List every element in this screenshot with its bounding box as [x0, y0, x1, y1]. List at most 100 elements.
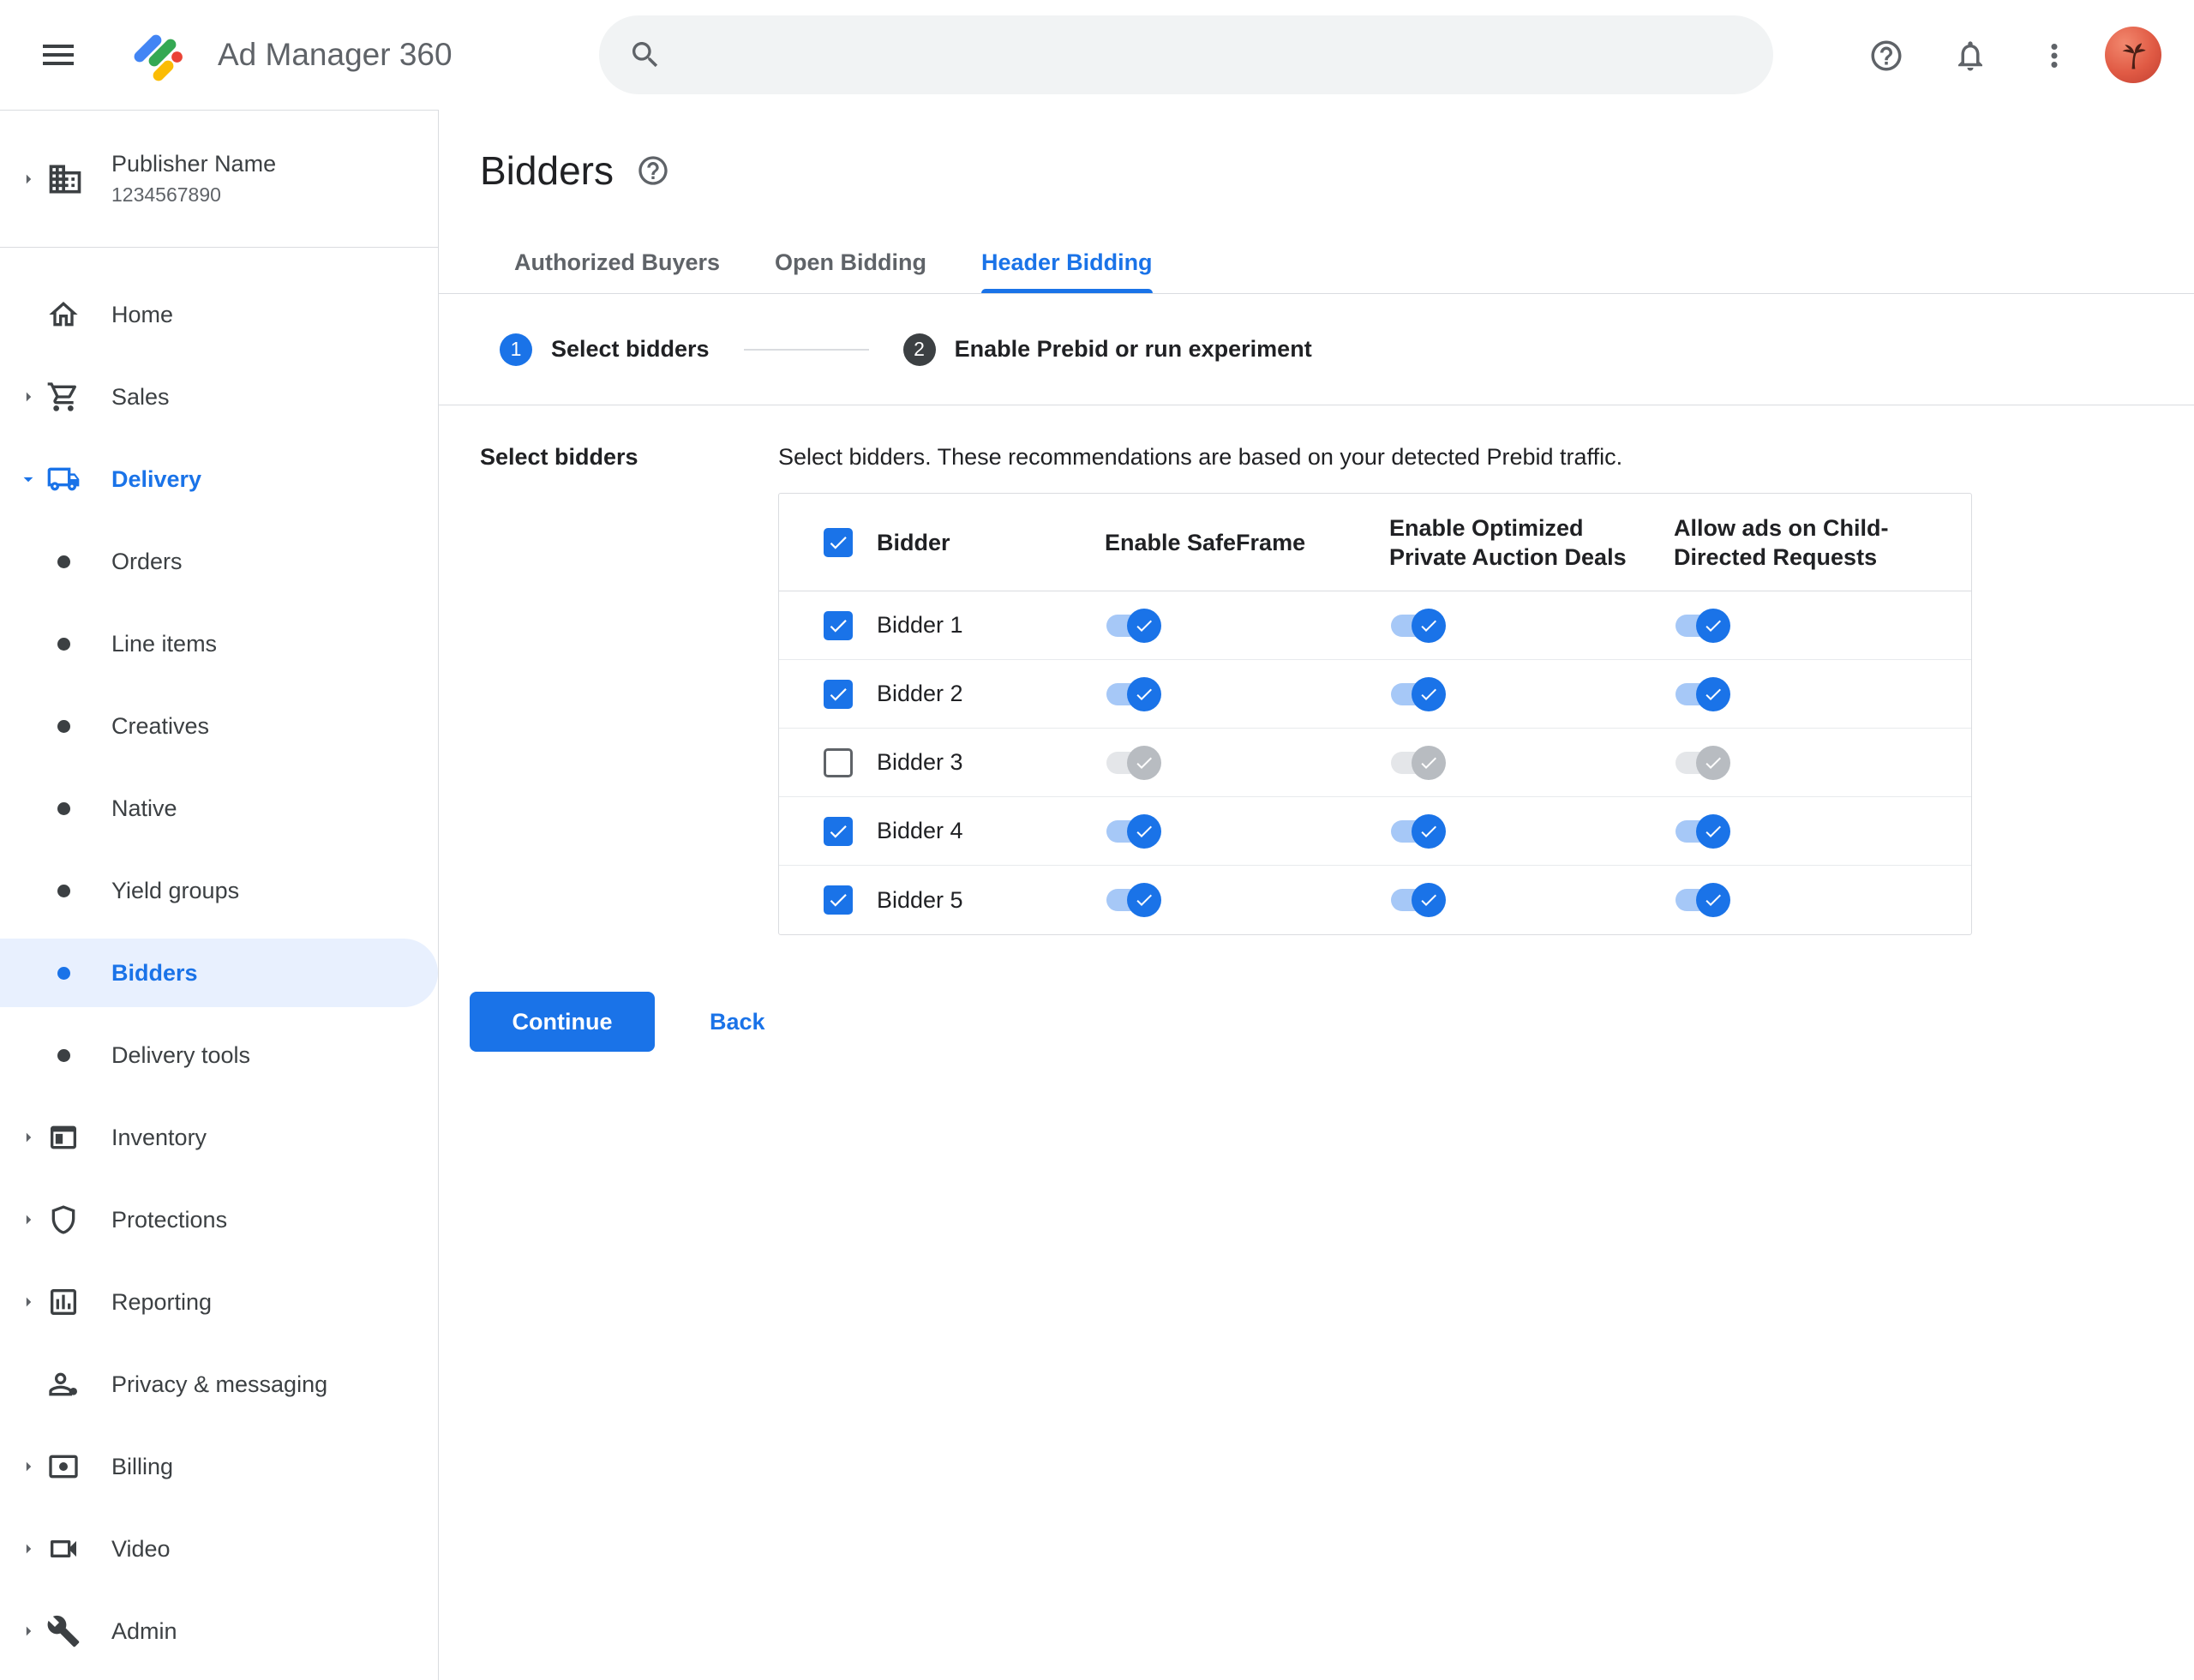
- bidder-name: Bidder 3: [877, 749, 963, 775]
- toggle-child-directed[interactable]: [1675, 608, 1730, 643]
- section-label: Select bidders: [480, 444, 638, 470]
- publisher-name: Publisher Name: [111, 151, 277, 177]
- toggle-safeframe[interactable]: [1106, 883, 1161, 917]
- bullet-icon-wrap: [46, 873, 81, 908]
- step-1-select-bidders[interactable]: 1 Select bidders: [500, 333, 710, 366]
- toggle-thumb: [1696, 676, 1730, 711]
- tab-open-bidding[interactable]: Open Bidding: [747, 231, 954, 293]
- toggle-child-directed[interactable]: [1675, 883, 1730, 917]
- search-bar[interactable]: [599, 15, 1773, 94]
- shield-icon: [46, 1203, 81, 1237]
- sidebar-item-yield-groups[interactable]: Yield groups: [0, 849, 438, 932]
- step-2-enable-prebid-or-run-experiment[interactable]: 2 Enable Prebid or run experiment: [902, 333, 1312, 366]
- video-icon: [46, 1532, 81, 1566]
- bidders-table: Bidder Enable SafeFrame Enable Optimized P…: [778, 493, 1972, 935]
- bullet-icon: [57, 555, 70, 568]
- billing-icon: [46, 1449, 81, 1484]
- safeframe-cell: [1079, 745, 1364, 780]
- check-icon: [1703, 753, 1723, 773]
- page-help-icon[interactable]: [636, 153, 670, 188]
- toggle-child-directed[interactable]: [1675, 745, 1730, 780]
- sidebar-item-home[interactable]: Home: [0, 273, 438, 356]
- column-header-enable-safeframe: Enable SafeFrame: [1105, 529, 1306, 555]
- notifications-icon[interactable]: [1952, 38, 1988, 74]
- back-button[interactable]: Back: [696, 1009, 779, 1035]
- sidebar-item-delivery-tools[interactable]: Delivery tools: [0, 1014, 438, 1096]
- sidebar-item-reporting[interactable]: Reporting: [0, 1261, 438, 1343]
- sidebar-item-video[interactable]: Video: [0, 1508, 438, 1590]
- toggle-thumb: [1412, 608, 1446, 643]
- toggle-thumb: [1127, 813, 1161, 849]
- tab-header-bidding[interactable]: Header Bidding: [954, 231, 1180, 293]
- column-header-enable-optimized-private-auction-deals: Enable Optimized Private Auction Deals: [1389, 514, 1627, 570]
- toggle-thumb: [1412, 676, 1446, 711]
- row-checkbox[interactable]: [824, 747, 853, 777]
- toggle-optimized-deals[interactable]: [1391, 676, 1446, 711]
- publisher-id: 1234567890: [111, 183, 221, 206]
- toggle-safeframe[interactable]: [1106, 813, 1161, 849]
- toggle-thumb: [1412, 883, 1446, 917]
- row-checkbox[interactable]: [824, 885, 853, 915]
- table-row-bidder-1: Bidder 1: [779, 591, 1971, 660]
- sidebar-item-sales[interactable]: Sales: [0, 356, 438, 438]
- sidebar-item-billing[interactable]: Billing: [0, 1425, 438, 1508]
- publisher-selector[interactable]: Publisher Name 1234567890: [0, 111, 438, 248]
- bidder-cell: Bidder 4: [779, 816, 1079, 846]
- sidebar-item-native[interactable]: Native: [0, 767, 438, 849]
- toggle-optimized-deals[interactable]: [1391, 883, 1446, 917]
- main-content: Bidders Authorized Buyers Open Bidding Hea…: [439, 110, 2194, 1680]
- sidebar-item-bidders[interactable]: Bidders: [0, 932, 438, 1014]
- sidebar-item-label: Admin: [111, 1617, 177, 1644]
- child-directed-cell: [1648, 813, 1971, 849]
- search-input[interactable]: [685, 40, 1744, 69]
- help-icon[interactable]: [1868, 38, 1904, 74]
- child-directed-cell: [1648, 676, 1971, 711]
- row-checkbox[interactable]: [824, 679, 853, 709]
- select-all-checkbox[interactable]: [824, 527, 853, 557]
- column-header-bidder: Bidder: [779, 527, 1079, 557]
- more-options-icon[interactable]: [2036, 38, 2072, 74]
- continue-button[interactable]: Continue: [470, 992, 655, 1052]
- toggle-safeframe[interactable]: [1106, 676, 1161, 711]
- toggle-optimized-deals[interactable]: [1391, 813, 1446, 849]
- sidebar-item-protections[interactable]: Protections: [0, 1179, 438, 1261]
- sidebar-item-admin[interactable]: Admin: [0, 1590, 438, 1672]
- arrow-spacer: [17, 962, 39, 984]
- toggle-thumb: [1127, 676, 1161, 711]
- tab-bar: Authorized Buyers Open Bidding Header Bidd…: [439, 231, 2194, 294]
- sidebar-item-inventory[interactable]: Inventory: [0, 1096, 438, 1179]
- safeframe-cell: [1079, 676, 1364, 711]
- sidebar-item-line-items[interactable]: Line items: [0, 603, 438, 685]
- chevron-right-icon: [17, 168, 39, 190]
- toggle-optimized-deals[interactable]: [1391, 608, 1446, 643]
- bullet-icon-wrap: [46, 544, 81, 579]
- toggle-safeframe[interactable]: [1106, 745, 1161, 780]
- row-checkbox[interactable]: [824, 610, 853, 640]
- tab-authorized-buyers[interactable]: Authorized Buyers: [487, 231, 747, 293]
- chevron-right-icon: [17, 1291, 39, 1313]
- toggle-child-directed[interactable]: [1675, 813, 1730, 849]
- sidebar-item-delivery[interactable]: Delivery: [0, 438, 438, 520]
- toggle-thumb: [1696, 608, 1730, 643]
- child-directed-cell: [1648, 745, 1971, 780]
- check-icon: [1134, 890, 1154, 910]
- sidebar-item-orders[interactable]: Orders: [0, 520, 438, 603]
- sidebar-item-creatives[interactable]: Creatives: [0, 685, 438, 767]
- safeframe-cell: [1079, 608, 1364, 643]
- sidebar-item-label: Billing: [111, 1453, 174, 1479]
- bullet-icon: [57, 719, 70, 733]
- toggle-child-directed[interactable]: [1675, 676, 1730, 711]
- avatar[interactable]: [2105, 27, 2161, 83]
- sidebar-item-privacy-messaging[interactable]: Privacy & messaging: [0, 1343, 438, 1425]
- bullet-icon-wrap: [46, 1038, 81, 1072]
- row-checkbox[interactable]: [824, 816, 853, 846]
- bidder-name: Bidder 2: [877, 681, 963, 706]
- sidebar-item-label: Inventory: [111, 1124, 207, 1150]
- toggle-optimized-deals[interactable]: [1391, 745, 1446, 780]
- toggle-safeframe[interactable]: [1106, 608, 1161, 643]
- check-icon: [827, 531, 849, 554]
- sidebar-item-label: Bidders: [111, 959, 198, 986]
- page-title-row: Bidders: [439, 110, 2194, 194]
- check-icon: [1703, 890, 1723, 910]
- menu-icon[interactable]: [38, 34, 79, 75]
